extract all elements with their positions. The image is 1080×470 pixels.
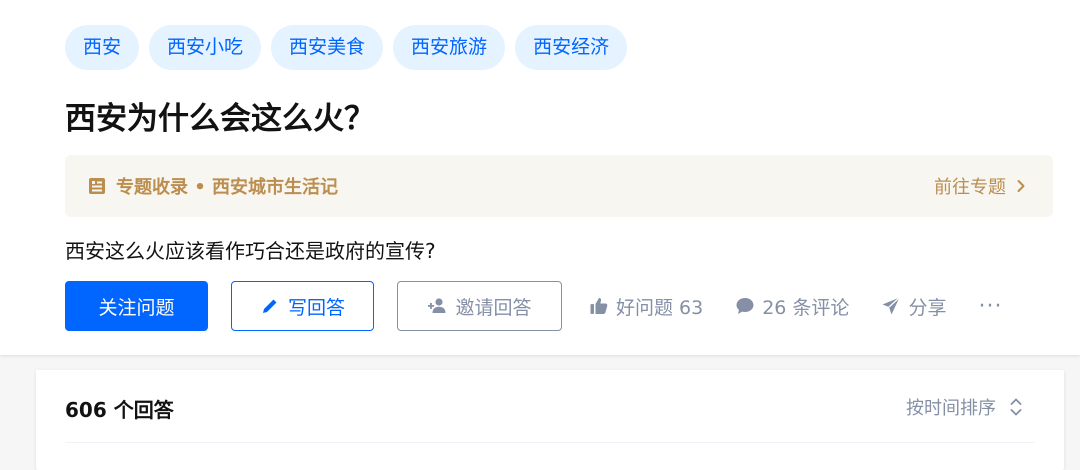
invite-answer-label: 邀请回答 <box>455 296 532 319</box>
question-detail: 西安这么火应该看作巧合还是政府的宣传? <box>65 239 436 263</box>
collection-bar[interactable]: 专题收录 • 西安城市生活记 前往专题 <box>65 155 1053 217</box>
divider <box>65 442 1035 443</box>
share-button[interactable]: 分享 <box>881 293 946 320</box>
pencil-icon <box>262 299 277 313</box>
question-title: 西安为什么会这么火？ <box>65 101 375 137</box>
sort-label: 按时间排序 <box>906 398 996 419</box>
write-answer-button[interactable]: 写回答 <box>231 281 374 331</box>
chevron-right-icon <box>1017 180 1025 192</box>
goto-collection-label: 前往专题 <box>934 177 1006 198</box>
topic-tag[interactable]: 西安美食 <box>271 25 384 70</box>
write-answer-label: 写回答 <box>287 296 345 319</box>
goto-collection-link[interactable]: 前往专题 <box>934 173 1028 199</box>
topic-tags: 西安 西安小吃 西安美食 西安旅游 西安经济 <box>65 25 628 70</box>
question-header-card: 西安 西安小吃 西安美食 西安旅游 西安经济 西安为什么会这么火？ 专题收录 •… <box>0 0 1080 355</box>
good-question-label: 好问题 63 <box>616 296 704 319</box>
paper-plane-icon <box>882 297 901 315</box>
collection-info: 专题收录 • 西安城市生活记 <box>87 173 338 199</box>
question-actions: 关注问题 写回答 邀请回答 好问题 63 26 条评论 分享 ··· <box>65 281 1002 331</box>
good-question-button[interactable]: 好问题 63 <box>589 293 703 320</box>
collection-label: 专题收录 • 西安城市生活记 <box>116 177 339 198</box>
thumbs-up-icon <box>590 298 608 314</box>
add-user-icon <box>428 298 446 313</box>
invite-answer-button[interactable]: 邀请回答 <box>397 281 562 331</box>
comments-button[interactable]: 26 条评论 <box>735 293 849 320</box>
topic-tag[interactable]: 西安经济 <box>515 25 628 70</box>
document-list-icon <box>89 178 105 194</box>
more-options-icon: ··· <box>978 293 1003 319</box>
share-label: 分享 <box>908 296 947 319</box>
sort-updown-icon <box>1010 398 1022 416</box>
answers-count: 606 个回答 <box>65 398 174 422</box>
more-options-button[interactable]: ··· <box>978 294 1002 319</box>
comments-label: 26 条评论 <box>762 296 850 319</box>
topic-tag[interactable]: 西安 <box>65 25 140 70</box>
topic-tag[interactable]: 西安旅游 <box>393 25 506 70</box>
sort-toggle[interactable]: 按时间排序 <box>906 394 1024 420</box>
topic-tag[interactable]: 西安小吃 <box>149 25 262 70</box>
comment-bubble-icon <box>736 298 754 314</box>
follow-question-button[interactable]: 关注问题 <box>65 281 208 331</box>
answers-card: 606 个回答 按时间排序 <box>36 370 1064 470</box>
follow-question-label: 关注问题 <box>98 296 175 319</box>
